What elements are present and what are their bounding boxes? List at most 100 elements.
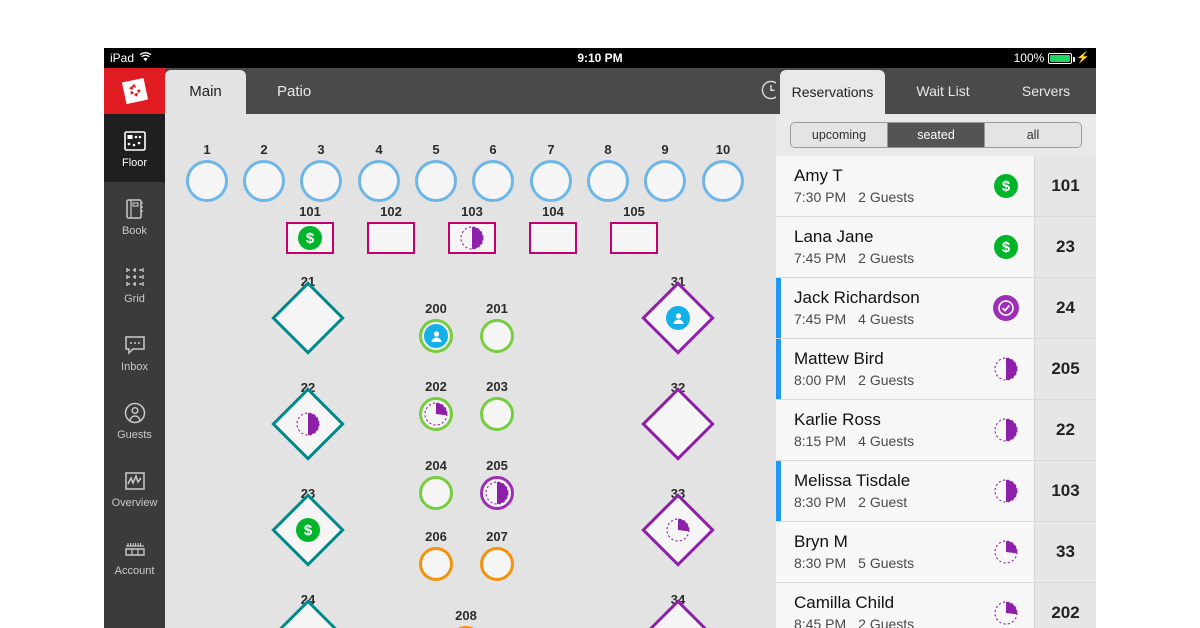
- reservation-row[interactable]: Camilla Child 8:45 PM 2 Guests 202: [776, 583, 1096, 628]
- tab-wait-list[interactable]: Wait List: [894, 68, 992, 114]
- floor-table-34[interactable]: 34: [641, 592, 715, 628]
- tab-servers[interactable]: Servers: [1000, 68, 1092, 114]
- sidebar-item-overview[interactable]: Overview: [104, 454, 165, 522]
- floor-table-103[interactable]: 103: [444, 204, 500, 256]
- floor-table-204[interactable]: 204: [408, 458, 464, 512]
- sidebar-item-account[interactable]: Account: [104, 522, 165, 590]
- table-shape-rect: [529, 222, 577, 254]
- tab-main[interactable]: Main: [165, 70, 246, 114]
- money-status-icon: $: [296, 518, 320, 542]
- reservation-guests: 2 Guest: [858, 494, 908, 510]
- floor-table-2[interactable]: 2: [236, 142, 292, 204]
- floor-table-208[interactable]: 208: [438, 608, 494, 628]
- filter-segmented-control[interactable]: upcoming seated all: [790, 122, 1082, 148]
- reservation-time: 8:45 PM: [794, 616, 847, 628]
- reservation-row[interactable]: Jack Richardson 7:45 PM 4 Guests 24: [776, 278, 1096, 339]
- floor-table-4[interactable]: 4: [351, 142, 407, 204]
- table-shape-circle: [300, 160, 342, 202]
- table-number-label: 105: [623, 204, 645, 219]
- table-shape-circle: [480, 397, 514, 431]
- floor-table-31[interactable]: 31: [641, 274, 715, 355]
- reservation-status-icon-cell: $: [978, 235, 1034, 259]
- floor-table-32[interactable]: 32: [641, 380, 715, 461]
- filter-upcoming[interactable]: upcoming: [791, 123, 888, 147]
- floor-table-33[interactable]: 33: [641, 486, 715, 567]
- floor-plan-canvas[interactable]: 12345678910101$102103104105212223$242002…: [165, 114, 776, 628]
- guest-name: Bryn M: [794, 532, 848, 551]
- floor-table-207[interactable]: 207: [469, 529, 525, 583]
- table-shape-diamond: [271, 281, 345, 355]
- sidebar-item-inbox[interactable]: Inbox: [104, 318, 165, 386]
- reservation-status-icon-cell: $: [978, 174, 1034, 198]
- filter-seated[interactable]: seated: [888, 123, 985, 147]
- table-shape-circle: [480, 319, 514, 353]
- table-number-label: 200: [425, 301, 447, 316]
- floor-table-202[interactable]: 202: [408, 379, 464, 433]
- floor-table-203[interactable]: 203: [469, 379, 525, 433]
- sidebar-item-label: Account: [114, 564, 155, 577]
- table-shape-diamond: [641, 387, 715, 461]
- table-shape-diamond: [641, 281, 715, 355]
- floor-table-21[interactable]: 21: [271, 274, 345, 355]
- floor-table-24[interactable]: 24: [271, 592, 345, 628]
- half-timer-icon: [993, 417, 1019, 443]
- tab-reservations[interactable]: Reservations: [780, 70, 885, 114]
- floor-table-200[interactable]: 200: [408, 301, 464, 355]
- floor-table-5[interactable]: 5: [408, 142, 464, 204]
- money-status-icon: $: [298, 226, 322, 250]
- guest-name: Camilla Child: [794, 593, 895, 612]
- reservation-row[interactable]: Karlie Ross 8:15 PM 4 Guests 22: [776, 400, 1096, 461]
- reservation-time: 8:15 PM: [794, 433, 847, 449]
- sidebar-item-grid[interactable]: Grid: [104, 250, 165, 318]
- floor-table-10[interactable]: 10: [695, 142, 751, 204]
- left-nav-rail: Floor Book Grid Inbox Guests Overview Ac…: [104, 68, 165, 628]
- floor-table-22[interactable]: 22: [271, 380, 345, 461]
- reservation-guests: 2 Guests: [858, 372, 915, 388]
- reservation-guests: 5 Guests: [858, 555, 915, 571]
- reservation-meta: 8:15 PM 4 Guests: [794, 431, 978, 451]
- sidebar-item-label: Overview: [111, 496, 158, 509]
- reservation-list[interactable]: Amy T 7:30 PM 2 Guests $101 Lana Jane 7:45 PM…: [776, 156, 1096, 628]
- floor-table-105[interactable]: 105: [606, 204, 662, 256]
- reservation-row[interactable]: Melissa Tisdale 8:30 PM 2 Guest 103: [776, 461, 1096, 522]
- floor-table-201[interactable]: 201: [469, 301, 525, 355]
- table-shape-circle: [480, 547, 514, 581]
- sidebar-item-book[interactable]: Book: [104, 182, 165, 250]
- floor-table-6[interactable]: 6: [465, 142, 521, 204]
- sidebar-item-label: Book: [121, 224, 148, 237]
- floor-table-1[interactable]: 1: [179, 142, 235, 204]
- reservations-panel: Reservations Wait List Servers upcoming …: [776, 68, 1096, 628]
- floor-table-3[interactable]: 3: [293, 142, 349, 204]
- reservation-guests: 4 Guests: [858, 311, 915, 327]
- reservation-guests: 2 Guests: [858, 250, 915, 266]
- table-number-label: 3: [317, 142, 325, 157]
- floor-table-101[interactable]: 101 $: [282, 204, 338, 256]
- guest-name: Karlie Ross: [794, 410, 881, 429]
- floor-table-205[interactable]: 205: [469, 458, 525, 512]
- sidebar-item-guests[interactable]: Guests: [104, 386, 165, 454]
- table-number-label: 104: [542, 204, 564, 219]
- yelp-logo-icon[interactable]: [104, 68, 165, 114]
- sidebar-item-floor[interactable]: Floor: [104, 114, 165, 182]
- reservation-row[interactable]: Mattew Bird 8:00 PM 2 Guests 205: [776, 339, 1096, 400]
- floor-table-7[interactable]: 7: [523, 142, 579, 204]
- floor-plan-icon: [122, 128, 148, 154]
- table-number-label: 202: [425, 379, 447, 394]
- floor-table-23[interactable]: 23$: [271, 486, 345, 567]
- floor-table-104[interactable]: 104: [525, 204, 581, 256]
- filter-segmented-wrap: upcoming seated all: [776, 114, 1096, 156]
- reservation-row[interactable]: Amy T 7:30 PM 2 Guests $101: [776, 156, 1096, 217]
- reservation-guests: 2 Guests: [858, 189, 915, 205]
- filter-all[interactable]: all: [985, 123, 1081, 147]
- floor-table-8[interactable]: 8: [580, 142, 636, 204]
- reservation-row[interactable]: Lana Jane 7:45 PM 2 Guests $23: [776, 217, 1096, 278]
- floor-table-9[interactable]: 9: [637, 142, 693, 204]
- reservation-row[interactable]: Bryn M 8:30 PM 5 Guests 33: [776, 522, 1096, 583]
- reservation-meta: 7:45 PM 2 Guests: [794, 248, 978, 268]
- floor-table-102[interactable]: 102: [363, 204, 419, 256]
- table-shape-circle: [419, 397, 453, 431]
- inbox-chat-icon: [122, 332, 148, 358]
- tab-patio[interactable]: Patio: [255, 72, 333, 114]
- money-status-icon: $: [994, 235, 1018, 259]
- floor-table-206[interactable]: 206: [408, 529, 464, 583]
